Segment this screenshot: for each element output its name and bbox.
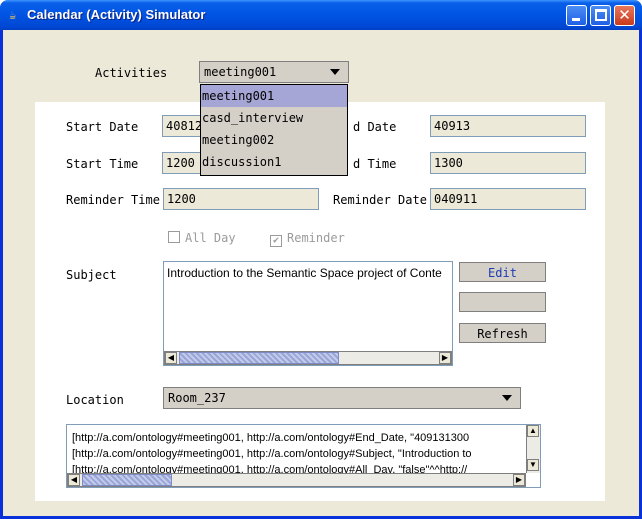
subject-label: Subject xyxy=(66,268,117,282)
activities-dropdown-list[interactable]: meeting001 casd_interview meeting002 dis… xyxy=(200,84,348,176)
subject-horizontal-scrollbar[interactable]: ◀ ▶ xyxy=(164,351,452,365)
maximize-icon xyxy=(595,9,607,21)
chevron-down-icon xyxy=(502,395,512,401)
end-time-label: d Time xyxy=(353,157,397,171)
minimize-button[interactable] xyxy=(566,5,587,26)
subject-textarea[interactable]: Introduction to the Semantic Space proje… xyxy=(163,261,453,366)
reminder-time-field[interactable]: 1200 xyxy=(163,188,319,210)
end-date-label: d Date xyxy=(353,120,397,134)
dropdown-option[interactable]: casd_interview xyxy=(201,107,347,129)
log-line: [http://a.com/ontology#meeting001, http:… xyxy=(72,448,472,460)
java-cup-icon: ☕ xyxy=(9,8,17,22)
scroll-right-icon[interactable]: ▶ xyxy=(513,474,525,486)
start-time-label: Start Time xyxy=(66,157,139,171)
maximize-button[interactable] xyxy=(590,5,611,26)
close-icon: ✕ xyxy=(618,6,631,24)
title-bar[interactable]: ☕ Calendar (Activity) Simulator ✕ xyxy=(0,0,642,30)
location-selected: Room_237 xyxy=(168,391,226,405)
checkbox-unchecked-icon xyxy=(168,231,180,243)
close-button[interactable]: ✕ xyxy=(614,5,635,26)
activities-label: Activities xyxy=(95,66,168,80)
scroll-up-icon[interactable]: ▲ xyxy=(527,425,539,437)
scroll-left-icon[interactable]: ◀ xyxy=(68,474,80,486)
dropdown-option[interactable]: discussion1 xyxy=(201,151,347,173)
dropdown-option[interactable]: meeting002 xyxy=(201,129,347,151)
start-date-label: Start Date xyxy=(66,120,139,134)
location-label: Location xyxy=(66,393,124,407)
end-time-field[interactable]: 1300 xyxy=(430,152,586,174)
end-date-field[interactable]: 40913 xyxy=(430,115,586,137)
location-combobox[interactable]: Room_237 xyxy=(163,387,521,409)
reminder-date-label: Reminder Date xyxy=(333,193,427,207)
all-day-checkbox[interactable]: All Day xyxy=(168,231,236,245)
subject-text: Introduction to the Semantic Space proje… xyxy=(167,266,442,280)
chevron-down-icon xyxy=(330,69,340,75)
start-time-field[interactable]: 1200 xyxy=(162,152,202,174)
reminder-checkbox[interactable]: ✔ Reminder xyxy=(270,231,345,247)
reminder-time-label: Reminder Time xyxy=(66,193,160,207)
minimize-icon xyxy=(572,18,580,21)
activities-combobox[interactable]: meeting001 xyxy=(199,61,349,83)
edit-button[interactable]: Edit xyxy=(459,262,546,282)
scroll-left-icon[interactable]: ◀ xyxy=(165,352,177,364)
scrollbar-thumb[interactable] xyxy=(82,474,172,486)
window-title: Calendar (Activity) Simulator xyxy=(27,7,206,22)
dropdown-option[interactable]: meeting001 xyxy=(201,85,347,107)
log-vertical-scrollbar[interactable]: ▲ ▼ xyxy=(526,425,540,473)
scroll-down-icon[interactable]: ▼ xyxy=(527,459,539,471)
log-horizontal-scrollbar[interactable]: ◀ ▶ xyxy=(67,473,526,487)
triples-log[interactable]: [http://a.com/ontology#meeting001, http:… xyxy=(66,424,541,488)
scrollbar-thumb[interactable] xyxy=(179,352,339,364)
scroll-right-icon[interactable]: ▶ xyxy=(439,352,451,364)
reminder-label: Reminder xyxy=(287,231,345,245)
all-day-label: All Day xyxy=(185,231,236,245)
reminder-date-field[interactable]: 040911 xyxy=(430,188,586,210)
activities-selected: meeting001 xyxy=(204,65,277,79)
start-date-field[interactable]: 40812 xyxy=(162,115,202,137)
refresh-button[interactable]: Refresh xyxy=(459,323,546,343)
checkmark-icon: ✔ xyxy=(270,235,282,247)
blank-button[interactable] xyxy=(459,292,546,312)
log-line: [http://a.com/ontology#meeting001, http:… xyxy=(72,432,470,444)
